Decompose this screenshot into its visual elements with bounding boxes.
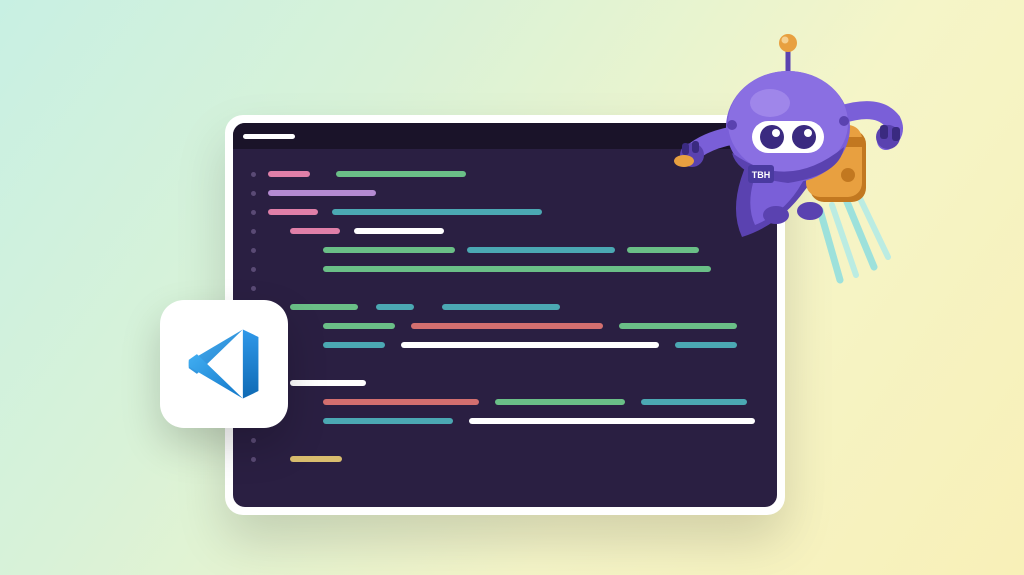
code-line <box>251 336 759 354</box>
line-number-dot <box>251 286 256 291</box>
code-line <box>251 355 759 373</box>
code-token <box>268 190 376 196</box>
line-number-dot <box>251 229 256 234</box>
code-line <box>251 260 759 278</box>
code-token <box>401 342 659 348</box>
line-number-dot <box>251 172 256 177</box>
editor-inner <box>233 123 777 507</box>
code-token <box>323 399 479 405</box>
code-token <box>469 418 755 424</box>
line-number-dot <box>251 267 256 272</box>
code-line <box>251 393 759 411</box>
code-line <box>251 222 759 240</box>
code-token <box>323 342 385 348</box>
code-area <box>233 149 777 485</box>
code-token <box>332 209 542 215</box>
code-token <box>290 456 342 462</box>
code-token <box>290 304 358 310</box>
code-token <box>354 228 444 234</box>
code-token <box>290 228 340 234</box>
code-line <box>251 241 759 259</box>
code-token <box>442 304 560 310</box>
code-line <box>251 298 759 316</box>
code-token <box>323 247 455 253</box>
code-line <box>251 203 759 221</box>
code-line <box>251 279 759 297</box>
line-number-dot <box>251 210 256 215</box>
code-line <box>251 165 759 183</box>
code-token <box>627 247 699 253</box>
code-token <box>336 171 466 177</box>
vscode-badge <box>160 300 288 428</box>
code-line <box>251 450 759 468</box>
code-token <box>323 266 711 272</box>
line-number-dot <box>251 191 256 196</box>
code-line <box>251 374 759 392</box>
active-tab-marker <box>243 134 295 139</box>
code-line <box>251 184 759 202</box>
code-line <box>251 412 759 430</box>
line-number-dot <box>251 457 256 462</box>
code-editor-window <box>225 115 785 515</box>
vscode-icon <box>183 323 265 405</box>
code-token <box>411 323 603 329</box>
code-token <box>495 399 625 405</box>
code-line <box>251 317 759 335</box>
code-token <box>323 418 453 424</box>
code-token <box>641 399 747 405</box>
code-token <box>268 209 318 215</box>
code-token <box>467 247 615 253</box>
line-number-dot <box>251 438 256 443</box>
code-line <box>251 431 759 449</box>
code-token <box>323 323 395 329</box>
code-token <box>268 171 310 177</box>
editor-titlebar <box>233 123 777 149</box>
code-token <box>675 342 737 348</box>
code-token <box>376 304 414 310</box>
code-token <box>290 380 366 386</box>
line-number-dot <box>251 248 256 253</box>
code-token <box>619 323 737 329</box>
